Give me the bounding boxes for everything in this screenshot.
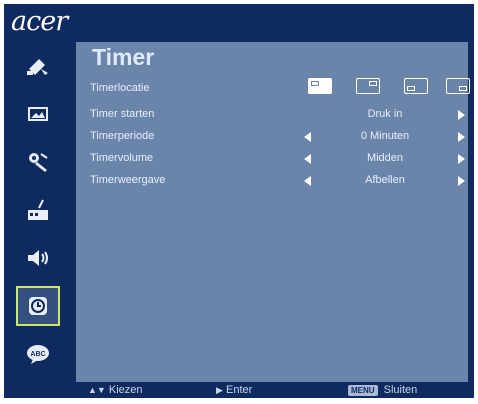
arrow-right-icon[interactable]: [458, 132, 465, 142]
timer-icon: [29, 297, 47, 315]
main-panel: Timer Timerlocatie Timer starten Druk in…: [76, 42, 470, 382]
sidebar-item-audio[interactable]: [16, 238, 60, 278]
audio-icon: [28, 250, 48, 266]
menu-row-label: Timerlocatie: [90, 82, 150, 94]
close-hint: MENU Sluiten: [348, 384, 417, 396]
enter-hint: ▶ Enter: [216, 384, 252, 396]
arrow-right-icon[interactable]: [458, 176, 465, 186]
right-arrow-icon: ▶: [216, 385, 223, 395]
up-down-arrows-icon: ▲▼: [88, 385, 106, 395]
select-hint-label: Kiezen: [108, 384, 143, 396]
language-icon: ABC: [27, 345, 49, 364]
osd-window: acer ABC Timer Timerlocatie Timer starte…: [4, 4, 474, 398]
sidebar-item-color[interactable]: [16, 46, 60, 86]
menu-row-label: Timer starten: [90, 108, 155, 120]
arrow-left-icon[interactable]: [304, 154, 311, 164]
menu-row-timer-start[interactable]: Timer starten Druk in: [90, 108, 466, 128]
menu-row-value: 0 Minuten: [360, 130, 410, 142]
management-icon: [28, 199, 48, 220]
sidebar-item-settings[interactable]: [16, 142, 60, 182]
menu-row-label: Timerperiode: [90, 130, 155, 142]
image-icon: [28, 107, 48, 121]
enter-hint-label: Enter: [225, 384, 253, 396]
timer-location-bottom-right-icon[interactable]: [446, 78, 470, 94]
acer-logo: acer: [11, 6, 68, 37]
menu-row-value: Druk in: [367, 108, 403, 120]
page-title: Timer: [92, 44, 155, 70]
sidebar-item-language[interactable]: ABC: [16, 334, 60, 374]
menu-key-icon: MENU: [348, 384, 378, 396]
menu-row-timer-period[interactable]: Timerperiode 0 Minuten: [90, 130, 466, 150]
timer-location-top-left-icon[interactable]: [308, 78, 332, 94]
sidebar: ABC: [8, 42, 70, 384]
sidebar-item-management[interactable]: [16, 190, 60, 230]
menu-row-label: Timervolume: [90, 152, 154, 164]
arrow-right-icon[interactable]: [458, 110, 465, 120]
timer-location-top-right-icon[interactable]: [356, 78, 380, 94]
menu-row-value: Afbellen: [365, 174, 405, 186]
sidebar-item-image[interactable]: [16, 94, 60, 134]
footer-hints: ▲▼ Kiezen ▶ Enter MENU Sluiten: [76, 382, 468, 400]
color-icon: [27, 59, 48, 75]
sidebar-item-timer[interactable]: [16, 286, 60, 326]
close-hint-label: Sluiten: [383, 384, 418, 396]
timer-location-bottom-left-icon[interactable]: [404, 78, 428, 94]
menu-row-timer-volume[interactable]: Timervolume Midden: [90, 152, 466, 172]
menu-row-timer-location[interactable]: Timerlocatie: [90, 78, 470, 102]
arrow-left-icon[interactable]: [304, 176, 311, 186]
select-hint: ▲▼ Kiezen: [88, 384, 143, 396]
settings-icon: [29, 153, 48, 172]
arrow-right-icon[interactable]: [458, 154, 465, 164]
svg-text:ABC: ABC: [30, 351, 45, 358]
menu-row-value: Midden: [366, 152, 404, 164]
menu-row-label: Timerweergave: [90, 174, 166, 186]
arrow-left-icon[interactable]: [304, 132, 311, 142]
menu-row-timer-display[interactable]: Timerweergave Afbellen: [90, 174, 466, 194]
